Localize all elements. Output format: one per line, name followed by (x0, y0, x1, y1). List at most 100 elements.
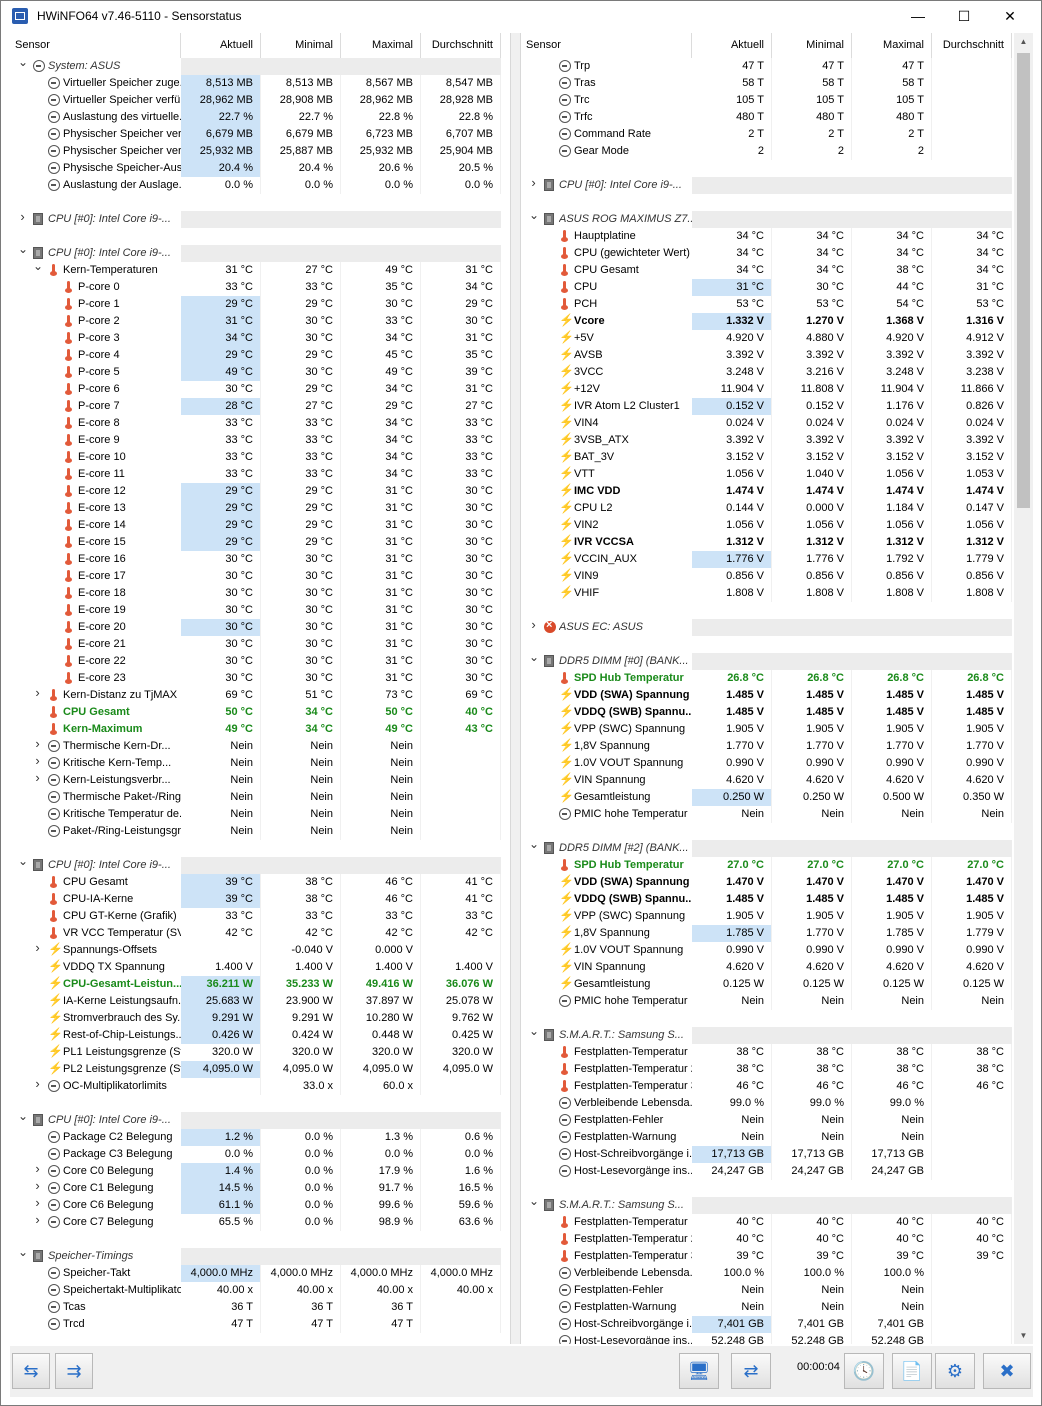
sensor-row[interactable]: Speicher-Takt 4,000.0 MHz 4,000.0 MHz 4,000… (10, 1265, 510, 1282)
sensor-row[interactable]: CPU L2 0.144 V0.000 V1.184 V0.147 V (521, 500, 1014, 517)
col-max[interactable]: Maximal (852, 33, 932, 58)
sensor-row[interactable]: CPU-IA-Kerne 39 °C 38 °C 46 °C 41 °C (10, 891, 510, 908)
nav-back-button[interactable]: ⇆ (12, 1353, 50, 1389)
sensor-row[interactable]: Physische Speicher-Ausl... 20.4 % 20.4 % 20… (10, 160, 510, 177)
vertical-scrollbar[interactable]: ▲ ▼ (1014, 33, 1033, 1344)
sensor-row[interactable]: › Core C0 Belegung 1.4 % 0.0 % 17.9 % 1.6 % (10, 1162, 510, 1180)
sensor-row[interactable]: P-core 2 31 °C 30 °C 33 °C 30 °C (10, 313, 510, 330)
sensor-row[interactable]: 1.0V VOUT Spannung0.990 V0.990 V0.990 V0… (521, 942, 1014, 959)
sensor-row[interactable]: PMIC hohe Temperatur Nein Nein Nein Nein (521, 806, 1014, 823)
close-button[interactable]: ✕ (987, 1, 1033, 31)
sensor-group[interactable]: ⌄ System: ASUS (10, 56, 510, 75)
sensor-row[interactable]: Physischer Speicher ver... 25,932 MB 25,88… (10, 143, 510, 160)
sensor-row[interactable]: PL2 Leistungsgrenze (St...4,095.0 W4,095… (10, 1061, 510, 1078)
sensor-row[interactable]: +12V11.904 V11.808 V11.904 V11.866 V (521, 381, 1014, 398)
sensor-group[interactable]: › ASUS EC: ASUS (521, 618, 1014, 636)
sensor-row[interactable]: E-core 11 33 °C 33 °C 34 °C 33 °C (10, 466, 510, 483)
sensor-row[interactable]: IMC VDD1.474 V1.474 V1.474 V1.474 V (521, 483, 1014, 500)
sensor-row[interactable]: E-core 19 30 °C 30 °C 31 °C 30 °C (10, 602, 510, 619)
sensor-row[interactable]: 3VSB_ATX3.392 V3.392 V3.392 V3.392 V (521, 432, 1014, 449)
chevron-right-icon[interactable]: › (33, 1162, 42, 1175)
sensor-row[interactable]: Tcas 36 T 36 T 36 T (10, 1299, 510, 1316)
sensor-row[interactable]: P-core 1 29 °C 29 °C 30 °C 29 °C (10, 296, 510, 313)
scroll-up-icon[interactable]: ▲ (1014, 33, 1033, 50)
close-sensors-button[interactable]: ✖ (983, 1353, 1031, 1389)
chevron-down-icon[interactable]: ⌄ (18, 243, 28, 255)
sensor-row[interactable]: Trcd 47 T 47 T 47 T (10, 1316, 510, 1333)
sensor-row[interactable]: E-core 8 33 °C 33 °C 34 °C 33 °C (10, 415, 510, 432)
sensor-row[interactable]: › Kritische Kern-Temp... Nein Nein Nein (10, 754, 510, 772)
sensor-row[interactable]: Festplatten-Temperatur 38 °C 38 °C 38 °C 38 … (521, 1044, 1014, 1061)
sensor-group[interactable]: ⌄ CPU [#0]: Intel Core i9-... (10, 1110, 510, 1129)
sensor-row[interactable]: Tras 58 T 58 T 58 T (521, 75, 1014, 92)
sensor-row[interactable]: Gesamtleistung0.125 W0.125 W0.125 W0.125… (521, 976, 1014, 993)
sensor-row[interactable]: Package C3 Belegung 0.0 % 0.0 % 0.0 % 0.0 % (10, 1146, 510, 1163)
sensor-group[interactable]: ⌄ S.M.A.R.T.: Samsung S... (521, 1025, 1014, 1044)
sensor-row[interactable]: VDDQ TX Spannung1.400 V1.400 V1.400 V1.4… (10, 959, 510, 976)
sensor-row[interactable]: E-core 12 29 °C 29 °C 31 °C 30 °C (10, 483, 510, 500)
sensor-row[interactable]: 3VCC3.248 V3.216 V3.248 V3.238 V (521, 364, 1014, 381)
chevron-right-icon[interactable]: › (33, 754, 42, 767)
col-current[interactable]: Aktuell (181, 33, 261, 58)
sensor-row[interactable]: VDDQ (SWB) Spannu...1.485 V1.485 V1.485 … (521, 891, 1014, 908)
nav-collapse-button[interactable]: ⇉ (55, 1353, 93, 1389)
sensor-row[interactable]: P-core 0 33 °C 33 °C 35 °C 34 °C (10, 279, 510, 296)
sensor-row[interactable]: E-core 22 30 °C 30 °C 31 °C 30 °C (10, 653, 510, 670)
sensor-row[interactable]: › Kern-Leistungsverbr... Nein Nein Nein (10, 771, 510, 789)
col-avg[interactable]: Durchschnitt (932, 33, 1012, 58)
sensor-row[interactable]: CPU 31 °C 30 °C 44 °C 31 °C (521, 279, 1014, 296)
sensor-row[interactable]: VPP (SWC) Spannung1.905 V1.905 V1.905 V1… (521, 721, 1014, 738)
sensor-row[interactable]: Verbleibende Lebensda... 100.0 % 100.0 % 10… (521, 1265, 1014, 1282)
col-avg[interactable]: Durchschnitt (421, 33, 501, 58)
chevron-right-icon[interactable]: › (33, 941, 42, 954)
sensor-row[interactable]: Command Rate 2 T2 T2 T (521, 126, 1014, 143)
sensor-row[interactable]: PCH 53 °C 53 °C 54 °C 53 °C (521, 296, 1014, 313)
chevron-right-icon[interactable]: › (33, 1213, 42, 1226)
maximize-button[interactable]: ☐ (941, 1, 987, 31)
sensor-row[interactable]: › Spannungs-Offsets -0.040 V0.000 V (10, 941, 510, 959)
sensor-row[interactable]: P-core 5 49 °C 30 °C 49 °C 39 °C (10, 364, 510, 381)
chevron-right-icon[interactable]: › (33, 1077, 42, 1090)
sensor-row[interactable]: VIN21.056 V1.056 V1.056 V1.056 V (521, 517, 1014, 534)
sensor-row[interactable]: ⌄ Kern-Temperaturen 31 °C 27 °C 49 °C 31 °C (10, 260, 510, 279)
clock-button[interactable]: 🕓 (844, 1353, 884, 1389)
sensor-row[interactable]: Festplatten-Warnung Nein Nein Nein (521, 1129, 1014, 1146)
sensor-row[interactable]: Hauptplatine 34 °C 34 °C 34 °C 34 °C (521, 228, 1014, 245)
sensor-group[interactable]: ⌄ DDR5 DIMM [#0] (BANK... (521, 651, 1014, 670)
chevron-right-icon[interactable]: › (33, 771, 42, 784)
sensor-group[interactable]: ⌄ Speicher-Timings (10, 1246, 510, 1265)
sensor-row[interactable]: Host-Schreibvorgänge i... 17,713 GB 17,713… (521, 1146, 1014, 1163)
sensor-row[interactable]: VIN40.024 V0.024 V0.024 V0.024 V (521, 415, 1014, 432)
settings-button[interactable]: ⚙ (935, 1353, 975, 1389)
sensor-row[interactable]: › Kern-Distanz zu TjMAX 69 °C 51 °C 73 °C 69 … (10, 686, 510, 704)
sensor-row[interactable]: Stromverbrauch des Sy...9.291 W9.291 W10… (10, 1010, 510, 1027)
sensor-group[interactable]: ⌄ CPU [#0]: Intel Core i9-... (10, 855, 510, 874)
chevron-down-icon[interactable]: ⌄ (18, 855, 28, 867)
sensor-row[interactable]: E-core 15 29 °C 29 °C 31 °C 30 °C (10, 534, 510, 551)
sensor-row[interactable]: BAT_3V3.152 V3.152 V3.152 V3.152 V (521, 449, 1014, 466)
sensor-row[interactable]: VIN Spannung4.620 V4.620 V4.620 V4.620 V (521, 772, 1014, 789)
sensor-row[interactable]: Gear Mode 2 2 2 (521, 143, 1014, 160)
sensor-row[interactable]: IVR VCCSA1.312 V1.312 V1.312 V1.312 V (521, 534, 1014, 551)
scroll-down-icon[interactable]: ▼ (1014, 1327, 1033, 1344)
sensor-row[interactable]: P-core 4 29 °C 29 °C 45 °C 35 °C (10, 347, 510, 364)
sensor-row[interactable]: E-core 20 30 °C 30 °C 31 °C 30 °C (10, 619, 510, 636)
sensor-row[interactable]: 1.0V VOUT Spannung0.990 V0.990 V0.990 V0… (521, 755, 1014, 772)
sensor-row[interactable]: CPU Gesamt 50 °C 34 °C 50 °C 40 °C (10, 704, 510, 721)
sensor-row[interactable]: P-core 6 30 °C 29 °C 34 °C 31 °C (10, 381, 510, 398)
sensor-row[interactable]: E-core 10 33 °C 33 °C 34 °C 33 °C (10, 449, 510, 466)
sensor-row[interactable]: E-core 14 29 °C 29 °C 31 °C 30 °C (10, 517, 510, 534)
sensor-group[interactable]: ⌄ S.M.A.R.T.: Samsung S... (521, 1195, 1014, 1214)
chevron-right-icon[interactable]: › (33, 1196, 42, 1209)
chevron-right-icon[interactable]: › (33, 686, 42, 699)
sensor-row[interactable]: CPU GT-Kerne (Grafik) 33 °C 33 °C 33 °C 33 °… (10, 908, 510, 925)
sensor-row[interactable]: SPD Hub Temperatur 26.8 °C 26.8 °C 26.8 °C 2… (521, 670, 1014, 687)
sensor-row[interactable]: Auslastung der Auslage... 0.0 % 0.0 % 0.0 %… (10, 177, 510, 194)
chevron-down-icon[interactable]: ⌄ (529, 651, 539, 663)
chevron-down-icon[interactable]: ⌄ (529, 1195, 539, 1207)
sensor-row[interactable]: SPD Hub Temperatur 27.0 °C 27.0 °C 27.0 °C 2… (521, 857, 1014, 874)
sensor-row[interactable]: +5V4.920 V4.880 V4.920 V4.912 V (521, 330, 1014, 347)
sensor-row[interactable]: VDD (SWA) Spannung1.470 V1.470 V1.470 V1… (521, 874, 1014, 891)
sensor-row[interactable]: E-core 16 30 °C 30 °C 31 °C 30 °C (10, 551, 510, 568)
chevron-right-icon[interactable]: › (529, 618, 538, 631)
